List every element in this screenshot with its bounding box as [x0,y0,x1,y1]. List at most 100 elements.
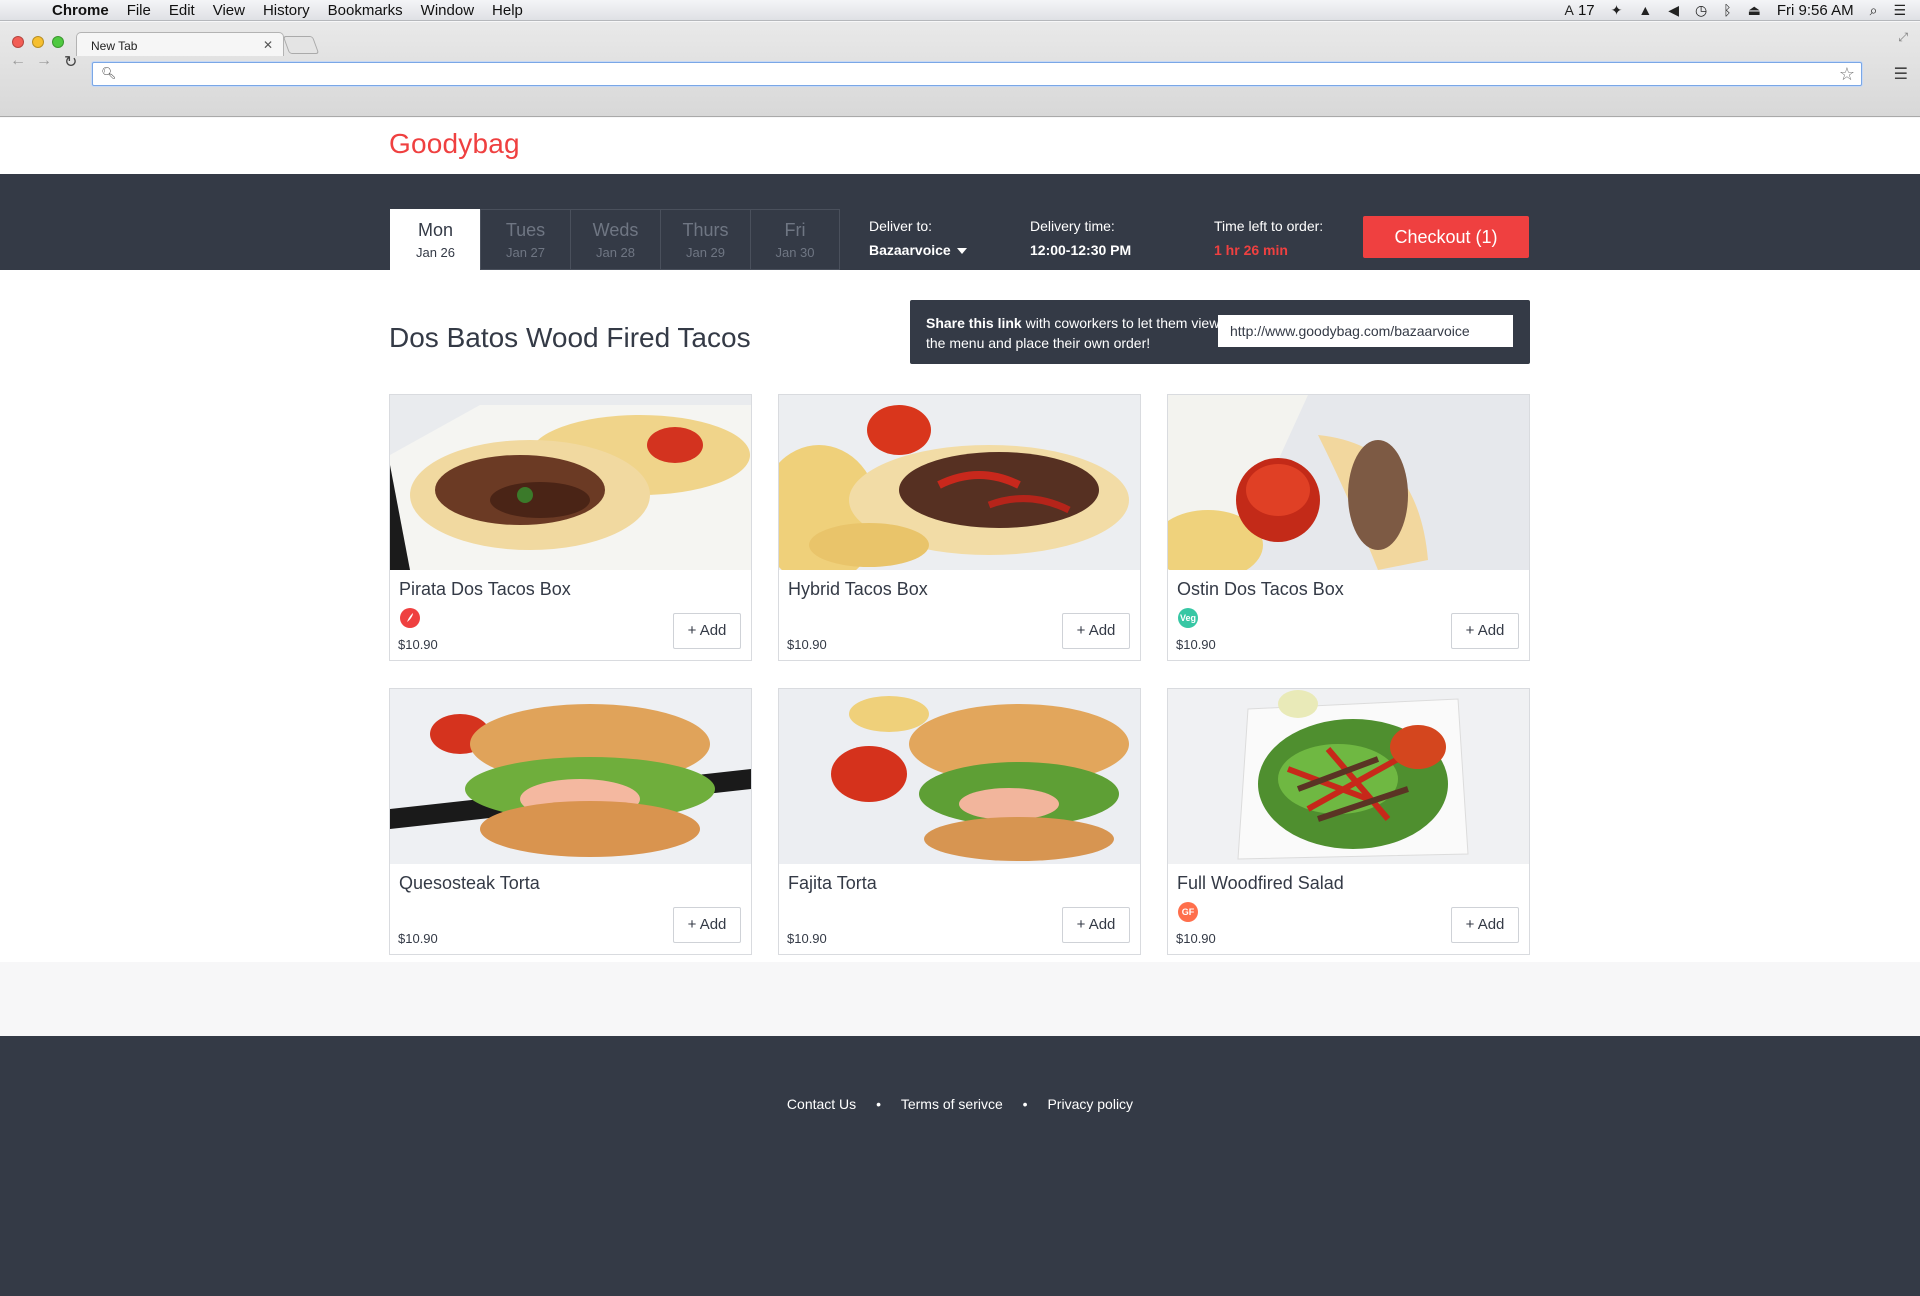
item-name: Ostin Dos Tacos Box [1177,579,1344,599]
food-photo [390,395,751,570]
day-tab-fri[interactable]: Fri Jan 30 [750,209,840,270]
menu-item-card[interactable]: Pirata Dos Tacos Box $10.90 + Add [389,394,752,661]
day-date: Jan 27 [505,245,546,260]
day-name: Thurs [682,220,729,240]
share-link-box: Share this link with coworkers to let th… [910,300,1530,364]
page-gap [0,962,1920,1036]
footer-link-privacy[interactable]: Privacy policy [1047,1096,1133,1112]
item-name: Quesosteak Torta [399,873,540,893]
restaurant-title: Dos Batos Wood Fired Tacos [389,322,751,353]
add-to-order-button[interactable]: + Add [1451,613,1519,649]
footer-link-contact[interactable]: Contact Us [787,1096,856,1112]
item-name: Hybrid Tacos Box [788,579,928,599]
volume-icon[interactable]: ◀ [1668,2,1679,19]
back-icon[interactable]: ← [10,52,26,70]
macos-menubar: Chrome File Edit View History Bookmarks … [0,0,1920,21]
item-name: Full Woodfired Salad [1177,873,1344,893]
day-tab-tues[interactable]: Tues Jan 27 [480,209,570,270]
search-icon: 🔍︎ [101,66,117,80]
menu-app-name[interactable]: Chrome [52,2,109,19]
item-price: $10.90 [398,637,438,652]
share-bold: Share this link [926,315,1022,331]
dropbox-icon[interactable]: ✦ [1611,2,1623,19]
delivery-time-label: Delivery time: [1030,218,1115,234]
menu-file[interactable]: File [127,2,151,19]
add-to-order-button[interactable]: + Add [673,907,741,943]
spotlight-icon[interactable]: ⌕ [1870,2,1878,19]
adobe-icon[interactable]: A 17 [1564,2,1594,19]
day-name: Fri [784,220,806,240]
deliver-to-label: Deliver to: [869,218,933,234]
close-window-icon[interactable] [12,36,24,48]
menu-edit[interactable]: Edit [169,2,195,19]
chrome-menu-icon[interactable]: ☰ [1894,64,1908,84]
zoom-window-icon[interactable] [52,36,64,48]
notification-center-icon[interactable]: ☰ [1893,2,1906,19]
menu-view[interactable]: View [213,2,245,19]
time-left: Time left to order: 1 hr 26 min [1214,218,1323,258]
separator-dot: • [876,1096,881,1112]
time-left-label: Time left to order: [1214,218,1324,234]
eject-icon[interactable]: ⏏ [1748,2,1761,19]
browser-tab[interactable]: New Tab ✕ [76,32,284,56]
day-name: Mon [417,220,453,240]
share-url-input[interactable] [1218,315,1513,347]
fullscreen-icon[interactable]: ⤢ [1898,30,1908,45]
day-tab-weds[interactable]: Weds Jan 28 [570,209,660,270]
goodybag-logo[interactable]: Goodybag [389,128,520,160]
item-price: $10.90 [1176,637,1216,652]
time-machine-icon[interactable]: ◷ [1695,2,1707,19]
reload-icon[interactable]: ↻ [64,52,77,72]
menu-bookmarks[interactable]: Bookmarks [328,2,403,19]
day-date: Jan 30 [775,245,815,260]
clock[interactable]: Fri 9:56 AM [1777,2,1854,19]
add-to-order-button[interactable]: + Add [673,613,741,649]
time-left-value: 1 hr 26 min [1214,242,1288,258]
day-name: Weds [592,220,639,240]
bookmark-star-icon[interactable]: ☆ [1839,64,1855,85]
add-to-order-button[interactable]: + Add [1451,907,1519,943]
item-name: Pirata Dos Tacos Box [399,579,571,599]
drive-icon[interactable]: ▲ [1638,2,1652,18]
share-text: Share this link with coworkers to let th… [926,313,1226,353]
day-date: Jan 28 [595,245,636,260]
add-to-order-button[interactable]: + Add [1062,907,1130,943]
food-photo [1168,689,1529,864]
menu-item-card[interactable]: Hybrid Tacos Box $10.90 + Add [778,394,1141,661]
menu-item-card[interactable]: Full Woodfired Salad GF $10.90 + Add [1167,688,1530,955]
address-bar[interactable]: 🔍︎ ☆ [92,62,1862,86]
minimize-window-icon[interactable] [32,36,44,48]
menu-history[interactable]: History [263,2,310,19]
menu-help[interactable]: Help [492,2,523,19]
menu-window[interactable]: Window [421,2,474,19]
delivery-time: Delivery time: 12:00-12:30 PM [1030,218,1131,258]
day-tabs: Mon Jan 26 Tues Jan 27 Weds Jan 28 Thurs… [390,209,840,270]
footer-links: Contact Us • Terms of serivce • Privacy … [0,1096,1920,1112]
deliver-to: Deliver to: Bazaarvoice [869,218,967,258]
day-date: Jan 29 [685,245,726,260]
browser-chrome: New Tab ✕ ⤢ ← → ↻ 🔍︎ ☆ ☰ [0,22,1920,117]
forward-icon[interactable]: → [36,52,52,70]
item-price: $10.90 [787,931,827,946]
food-photo [390,689,751,864]
new-tab-button[interactable] [282,36,320,54]
menu-item-card[interactable]: Ostin Dos Tacos Box Veg $10.90 + Add [1167,394,1530,661]
footer: Contact Us • Terms of serivce • Privacy … [0,1036,1920,1296]
item-name: Fajita Torta [788,873,877,893]
address-input[interactable] [119,65,1819,83]
close-icon[interactable]: ✕ [263,38,273,52]
item-price: $10.90 [1176,931,1216,946]
day-tab-mon[interactable]: Mon Jan 26 [390,209,480,270]
site-header: Goodybag [0,118,1920,174]
menu-item-card[interactable]: Quesosteak Torta $10.90 + Add [389,688,752,955]
bluetooth-icon[interactable]: ᛒ [1723,2,1731,18]
window-controls [12,36,64,48]
deliver-to-value: Bazaarvoice [869,242,951,258]
add-to-order-button[interactable]: + Add [1062,613,1130,649]
day-tab-thurs[interactable]: Thurs Jan 29 [660,209,750,270]
footer-link-terms[interactable]: Terms of serivce [901,1096,1003,1112]
deliver-to-dropdown[interactable]: Bazaarvoice [869,242,967,258]
menu-item-card[interactable]: Fajita Torta $10.90 + Add [778,688,1141,955]
gluten-free-icon: GF [1178,902,1198,922]
checkout-button[interactable]: Checkout (1) [1363,216,1529,258]
